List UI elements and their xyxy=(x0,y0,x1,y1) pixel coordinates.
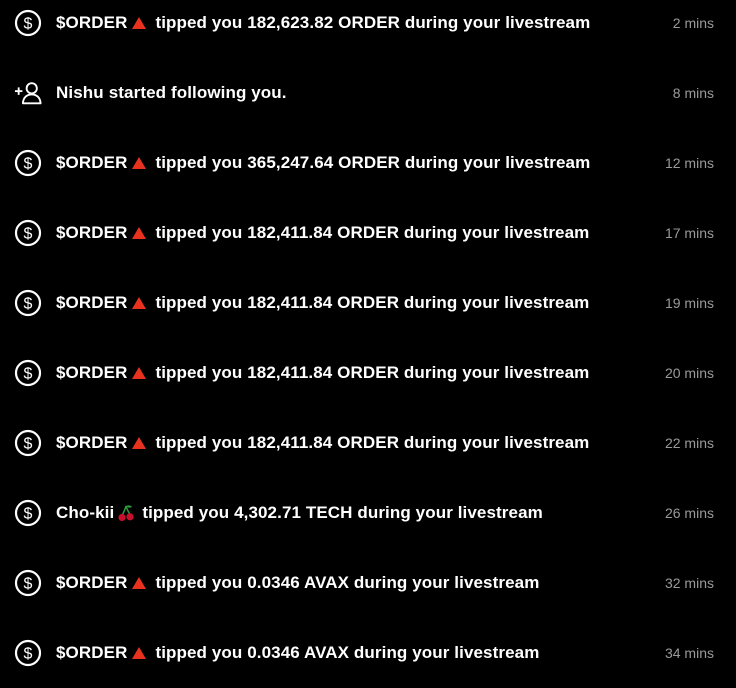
notification-item[interactable]: $ $ORDER tipped you 182,411.84 ORDER dur… xyxy=(0,408,736,478)
svg-text:$: $ xyxy=(24,226,33,243)
red-triangle-icon xyxy=(130,224,148,242)
notification-username[interactable]: $ORDER xyxy=(56,13,127,33)
notification-item[interactable]: $ $ORDER tipped you 182,411.84 ORDER dur… xyxy=(0,338,736,408)
notification-username[interactable]: $ORDER xyxy=(56,433,127,453)
notification-time: 32 mins xyxy=(664,575,714,591)
notification-username[interactable]: $ORDER xyxy=(56,363,127,383)
svg-text:$: $ xyxy=(24,646,33,663)
notification-time: 8 mins xyxy=(672,85,714,101)
svg-text:$: $ xyxy=(24,576,33,593)
notification-message: tipped you 182,411.84 ORDER during your … xyxy=(155,293,590,312)
notification-item[interactable]: $ $ORDER tipped you 0.0346 AVAX during y… xyxy=(0,548,736,618)
red-triangle-icon xyxy=(130,434,148,452)
notification-text: $ORDER tipped you 365,247.64 ORDER durin… xyxy=(56,153,665,173)
dollar-circle-icon: $ xyxy=(14,9,42,37)
notification-item[interactable]: $ $ORDER tipped you 182,411.84 ORDER dur… xyxy=(0,268,736,338)
notification-text: $ORDER tipped you 0.0346 AVAX during you… xyxy=(56,643,665,663)
notification-item[interactable]: $ $ORDER tipped you 365,247.64 ORDER dur… xyxy=(0,128,736,198)
notification-message: tipped you 182,411.84 ORDER during your … xyxy=(155,223,590,242)
notification-text: $ORDER tipped you 182,411.84 ORDER durin… xyxy=(56,223,665,243)
notification-username[interactable]: $ORDER xyxy=(56,223,127,243)
notification-time: 26 mins xyxy=(664,505,714,521)
dollar-circle-icon: $ xyxy=(14,219,42,247)
svg-text:$: $ xyxy=(24,506,33,523)
notification-username[interactable]: $ORDER xyxy=(56,643,127,663)
notification-time: 12 mins xyxy=(664,155,714,171)
notification-text: Cho-kii tipped you 4,302.71 TECH during … xyxy=(56,503,665,523)
notification-item[interactable]: $ $ORDER tipped you 182,623.82 ORDER dur… xyxy=(0,0,736,58)
notification-username[interactable]: Cho-kii xyxy=(56,503,114,523)
notification-time: 2 mins xyxy=(672,15,714,31)
notification-text: $ORDER tipped you 182,411.84 ORDER durin… xyxy=(56,293,665,313)
notification-text: $ORDER tipped you 182,623.82 ORDER durin… xyxy=(56,13,673,33)
dollar-circle-icon: $ xyxy=(14,499,42,527)
notification-username[interactable]: $ORDER xyxy=(56,293,127,313)
notification-time: 19 mins xyxy=(664,295,714,311)
notification-message: tipped you 365,247.64 ORDER during your … xyxy=(155,153,591,172)
dollar-circle-icon: $ xyxy=(14,149,42,177)
notification-username[interactable]: $ORDER xyxy=(56,153,127,173)
notification-time: 20 mins xyxy=(664,365,714,381)
notification-item[interactable]: Nishu started following you. 8 mins xyxy=(0,58,736,128)
notification-username[interactable]: Nishu xyxy=(56,83,104,103)
dollar-circle-icon: $ xyxy=(14,359,42,387)
notification-message: tipped you 4,302.71 TECH during your liv… xyxy=(142,503,543,522)
user-plus-icon xyxy=(14,79,42,107)
red-triangle-icon xyxy=(130,364,148,382)
dollar-circle-icon: $ xyxy=(14,429,42,457)
notification-item[interactable]: $ $ORDER tipped you 0.0346 AVAX during y… xyxy=(0,618,736,688)
red-triangle-icon xyxy=(130,644,148,662)
notification-message: tipped you 182,623.82 ORDER during your … xyxy=(155,13,591,32)
svg-text:$: $ xyxy=(24,436,33,453)
notification-text: $ORDER tipped you 182,411.84 ORDER durin… xyxy=(56,433,665,453)
notification-username[interactable]: $ORDER xyxy=(56,573,127,593)
notification-message: tipped you 0.0346 AVAX during your lives… xyxy=(155,573,540,592)
notification-time: 34 mins xyxy=(664,645,714,661)
notification-time: 22 mins xyxy=(664,435,714,451)
notification-text: $ORDER tipped you 0.0346 AVAX during you… xyxy=(56,573,665,593)
svg-text:$: $ xyxy=(24,156,33,173)
red-triangle-icon xyxy=(130,574,148,592)
svg-text:$: $ xyxy=(24,16,33,33)
notification-text: Nishu started following you. xyxy=(56,83,673,103)
dollar-circle-icon: $ xyxy=(14,639,42,667)
notification-list: $ $ORDER tipped you 182,623.82 ORDER dur… xyxy=(0,0,736,682)
notification-message: tipped you 0.0346 AVAX during your lives… xyxy=(155,643,540,662)
notification-text: $ORDER tipped you 182,411.84 ORDER durin… xyxy=(56,363,665,383)
notification-time: 17 mins xyxy=(664,225,714,241)
red-triangle-icon xyxy=(130,294,148,312)
notification-message: tipped you 182,411.84 ORDER during your … xyxy=(155,363,590,382)
svg-text:$: $ xyxy=(24,296,33,313)
svg-text:$: $ xyxy=(24,366,33,383)
red-triangle-icon xyxy=(130,154,148,172)
notification-item[interactable]: $ $ORDER tipped you 182,411.84 ORDER dur… xyxy=(0,198,736,268)
dollar-circle-icon: $ xyxy=(14,569,42,597)
notification-message: tipped you 182,411.84 ORDER during your … xyxy=(155,433,590,452)
dollar-circle-icon: $ xyxy=(14,289,42,317)
notification-item[interactable]: $ Cho-kii tipped you 4,302.71 TECH durin… xyxy=(0,478,736,548)
cherry-icon xyxy=(117,504,135,522)
notification-message: started following you. xyxy=(108,83,287,102)
red-triangle-icon xyxy=(130,14,148,32)
